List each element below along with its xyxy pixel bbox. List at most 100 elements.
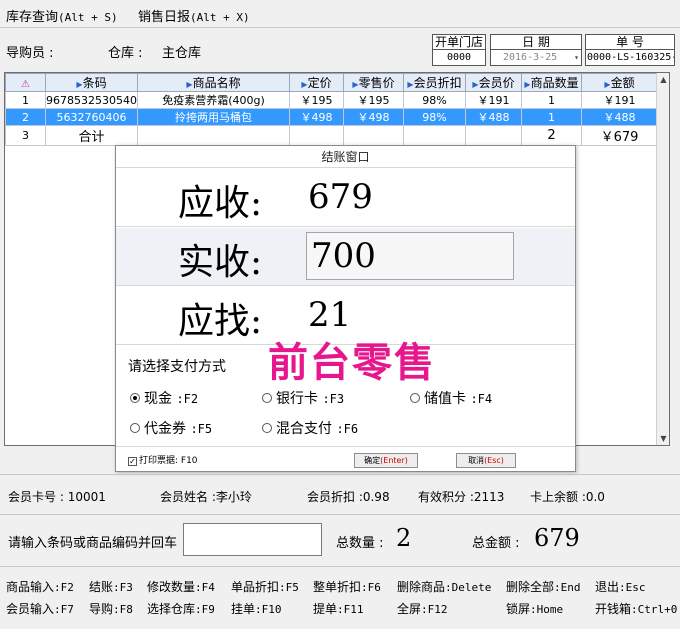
dialog-footer: ✓ 打印票据: F10 确定(Enter) 取消(Esc)	[116, 446, 575, 471]
radio-checked-icon	[130, 393, 140, 403]
col-barcode[interactable]: ▶条码	[45, 73, 138, 92]
guide-label: 导购员 :	[6, 46, 54, 61]
member-divider-bottom	[0, 514, 680, 515]
radio-empty-icon	[262, 423, 272, 433]
table-header: ⚠ ▶条码 ▶商品名称 ▶定价 ▶零售价 ▶会员折扣 ▶会员价 ▶商品数量 ▶金…	[5, 73, 658, 92]
pay-method-label: 请选择支付方式	[128, 359, 226, 375]
due-label: 应收:	[178, 183, 263, 224]
pay-mixed-radio[interactable]: 混合支付 :F6	[262, 418, 358, 438]
radio-empty-icon	[130, 423, 140, 433]
member-name-value: 李小玲	[215, 490, 252, 504]
table-row-selected[interactable]: 2 5632760406 拎挎两用马桶包 ￥498 ￥498 98% ￥488 …	[5, 108, 658, 126]
barcode-input[interactable]	[183, 523, 322, 556]
menu-divider	[0, 27, 680, 28]
scroll-down-icon[interactable]: ▼	[657, 434, 670, 443]
shortcut-edit-qty[interactable]: 修改数量:F4	[147, 578, 215, 595]
col-qty[interactable]: ▶商品数量	[521, 73, 582, 92]
shortcut-guide[interactable]: 导购:F8	[89, 600, 133, 617]
member-name: 会员姓名 :李小玲	[160, 490, 252, 504]
shortcut-open-drawer[interactable]: 开钱箱:Ctrl+0	[595, 600, 677, 617]
checkout-dialog: 结账窗口 应收: 679 实收: 700 应找: 21 前台零售 请选择支付方式…	[115, 145, 576, 472]
member-discount-value: 0.98	[362, 490, 390, 504]
shortcut-delete-all[interactable]: 删除全部:End	[506, 578, 581, 595]
menu-stock-query-label: 库存查询	[6, 10, 59, 25]
checkbox-checked-icon: ✓	[128, 457, 137, 466]
shortcut-product-input[interactable]: 商品输入:F2	[6, 578, 74, 595]
shortcut-divider	[0, 566, 680, 567]
store-box: 开单门店 0000	[432, 34, 486, 66]
paid-row: 实收: 700	[116, 228, 575, 286]
paid-label: 实收:	[178, 242, 263, 283]
col-discount[interactable]: ▶会员折扣	[403, 73, 466, 92]
col-amount[interactable]: ▶金额	[581, 73, 658, 92]
shortcut-fullscreen[interactable]: 全屏:F12	[397, 600, 448, 617]
shortcut-lock-screen[interactable]: 锁屏:Home	[506, 600, 563, 617]
store-label: 开单门店	[433, 35, 485, 50]
shortcut-order-discount[interactable]: 整单折扣:F6	[313, 578, 381, 595]
order-label: 单 号	[586, 35, 674, 50]
shortcut-recall-order[interactable]: 提单:F11	[313, 600, 364, 617]
corner-sort-icon[interactable]: ⚠	[5, 73, 46, 92]
shortcut-exit[interactable]: 退出:Esc	[595, 578, 646, 595]
date-picker[interactable]: 2016-3-25 ▾	[491, 50, 581, 65]
member-balance-value: 0.0	[585, 490, 605, 504]
date-label: 日 期	[491, 35, 581, 50]
shortcut-delete-item[interactable]: 删除商品:Delete	[397, 578, 491, 595]
sales-table: ⚠ ▶条码 ▶商品名称 ▶定价 ▶零售价 ▶会员折扣 ▶会员价 ▶商品数量 ▶金…	[5, 73, 658, 146]
pay-voucher-radio[interactable]: 代金券 :F5	[130, 418, 212, 438]
paid-value: 700	[311, 236, 376, 276]
col-name[interactable]: ▶商品名称	[137, 73, 290, 92]
pay-bankcard-radio[interactable]: 银行卡 :F3	[262, 388, 344, 408]
menu-daily-report[interactable]: 销售日报(Alt + X)	[138, 6, 250, 25]
total-qty-value: 2	[396, 524, 412, 552]
pay-storedcard-radio[interactable]: 储值卡 :F4	[410, 388, 492, 408]
retail-stamp: 前台零售	[268, 340, 436, 386]
member-card: 会员卡号 : 10001	[8, 490, 106, 504]
col-price[interactable]: ▶定价	[289, 73, 344, 92]
order-box: 单 号 0000-LS-160325-1	[585, 34, 675, 66]
member-card-value: 10001	[67, 490, 106, 504]
menu-stock-query[interactable]: 库存查询(Alt + S)	[6, 6, 118, 25]
order-value: 0000-LS-160325-1	[587, 52, 674, 63]
print-receipt-checkbox[interactable]: ✓ 打印票据: F10	[128, 453, 198, 466]
shortcut-select-warehouse[interactable]: 选择仓库:F9	[147, 600, 215, 617]
col-retail[interactable]: ▶零售价	[343, 73, 404, 92]
menu-stock-query-key: (Alt + S)	[58, 11, 118, 24]
member-points: 有效积分 :2113	[418, 490, 505, 504]
store-value: 0000	[446, 52, 472, 63]
cancel-button[interactable]: 取消(Esc)	[456, 453, 516, 468]
change-value: 21	[308, 295, 352, 335]
warehouse-label: 仓库 :	[108, 46, 143, 61]
member-divider-top	[0, 474, 680, 475]
shortcut-hold-order[interactable]: 挂单:F10	[231, 600, 282, 617]
shortcut-item-discount[interactable]: 单品折扣:F5	[231, 578, 299, 595]
pay-cash-radio[interactable]: 现金 :F2	[130, 388, 198, 408]
total-amount-label: 总金额 :	[472, 536, 520, 551]
table-row[interactable]: 1 9678532530540 免疫素营养霜(400g) ￥195 ￥195 9…	[5, 91, 658, 109]
paid-input[interactable]: 700	[306, 232, 514, 280]
shortcut-checkout[interactable]: 结账:F3	[89, 578, 133, 595]
member-balance: 卡上余额 :0.0	[530, 490, 605, 504]
col-member-price[interactable]: ▶会员价	[465, 73, 522, 92]
date-box[interactable]: 日 期 2016-3-25 ▾	[490, 34, 582, 66]
change-label: 应找:	[178, 301, 263, 342]
barcode-prompt: 请输入条码或商品编码并回车	[8, 536, 178, 551]
menu-daily-report-key: (Alt + X)	[190, 11, 250, 24]
warehouse-value[interactable]: 主仓库	[162, 42, 201, 61]
confirm-button[interactable]: 确定(Enter)	[354, 453, 418, 468]
grid-scrollbar[interactable]: ▲ ▼	[656, 73, 669, 445]
member-discount: 会员折扣 :0.98	[307, 490, 390, 504]
menu-daily-report-label: 销售日报	[138, 10, 191, 25]
member-points-value: 2113	[473, 490, 505, 504]
total-amount-value: 679	[534, 524, 580, 552]
total-qty-label: 总数量 :	[336, 536, 384, 551]
chevron-down-icon[interactable]: ▾	[574, 50, 579, 65]
radio-empty-icon	[410, 393, 420, 403]
due-value: 679	[308, 177, 373, 217]
scroll-up-icon[interactable]: ▲	[657, 75, 670, 84]
date-value: 2016-3-25	[503, 52, 558, 63]
shortcut-member-input[interactable]: 会员输入:F7	[6, 600, 74, 617]
table-total-row[interactable]: 3 合计 2 ￥679	[5, 125, 658, 146]
radio-empty-icon	[262, 393, 272, 403]
dialog-title: 结账窗口	[116, 146, 575, 168]
